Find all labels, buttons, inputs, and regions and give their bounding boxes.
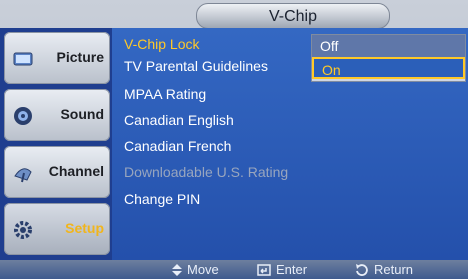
sidebar-item-setup[interactable]: Setup xyxy=(4,203,110,255)
sidebar-item-label: Picture xyxy=(56,49,104,65)
return-icon xyxy=(356,263,368,276)
setup-icon xyxy=(14,221,32,239)
menu-item-change-pin[interactable]: Change PIN xyxy=(124,191,200,207)
hint-enter: Enter xyxy=(257,262,307,277)
option-off[interactable]: Off xyxy=(312,35,465,57)
sound-icon xyxy=(14,107,32,125)
menu-item-mpaa-rating[interactable]: MPAA Rating xyxy=(124,86,206,102)
menu-item-tv-parental-guidelines[interactable]: TV Parental Guidelines xyxy=(124,58,268,74)
hint-label: Move xyxy=(187,262,219,277)
hint-label: Enter xyxy=(276,262,308,277)
option-on[interactable]: On xyxy=(312,57,465,79)
tv-menu-screen: V-Chip Picture Sound Channel Setup V-Chi… xyxy=(0,0,468,279)
sidebar-item-label: Channel xyxy=(48,163,104,179)
sidebar-item-picture[interactable]: Picture xyxy=(4,32,110,84)
sidebar-item-label: Setup xyxy=(65,220,104,236)
sidebar: Picture Sound Channel Setup xyxy=(0,28,112,260)
channel-icon xyxy=(14,168,32,183)
menu-item-vchip-lock[interactable]: V-Chip Lock xyxy=(124,36,199,52)
vchip-lock-dropdown[interactable]: Off On xyxy=(311,34,466,82)
sidebar-item-label: Sound xyxy=(60,106,104,122)
hint-return: Return xyxy=(355,262,413,277)
enter-icon xyxy=(257,263,271,276)
page-title: V-Chip xyxy=(268,8,318,25)
hint-move: Move xyxy=(172,262,219,277)
menu-item-canadian-english[interactable]: Canadian English xyxy=(124,112,234,128)
menu-item-canadian-french[interactable]: Canadian French xyxy=(124,138,231,154)
picture-icon xyxy=(13,52,33,66)
footer-bar: Move Enter Return xyxy=(0,260,468,279)
menu-item-downloadable-us-rating: Downloadable U.S. Rating xyxy=(124,164,289,180)
hint-label: Return xyxy=(374,262,414,277)
title-tab: V-Chip xyxy=(196,3,390,29)
sidebar-item-sound[interactable]: Sound xyxy=(4,89,110,141)
sidebar-item-channel[interactable]: Channel xyxy=(4,146,110,198)
main-panel: Picture Sound Channel Setup V-Chip Lock … xyxy=(0,28,468,260)
move-icon xyxy=(172,263,182,276)
